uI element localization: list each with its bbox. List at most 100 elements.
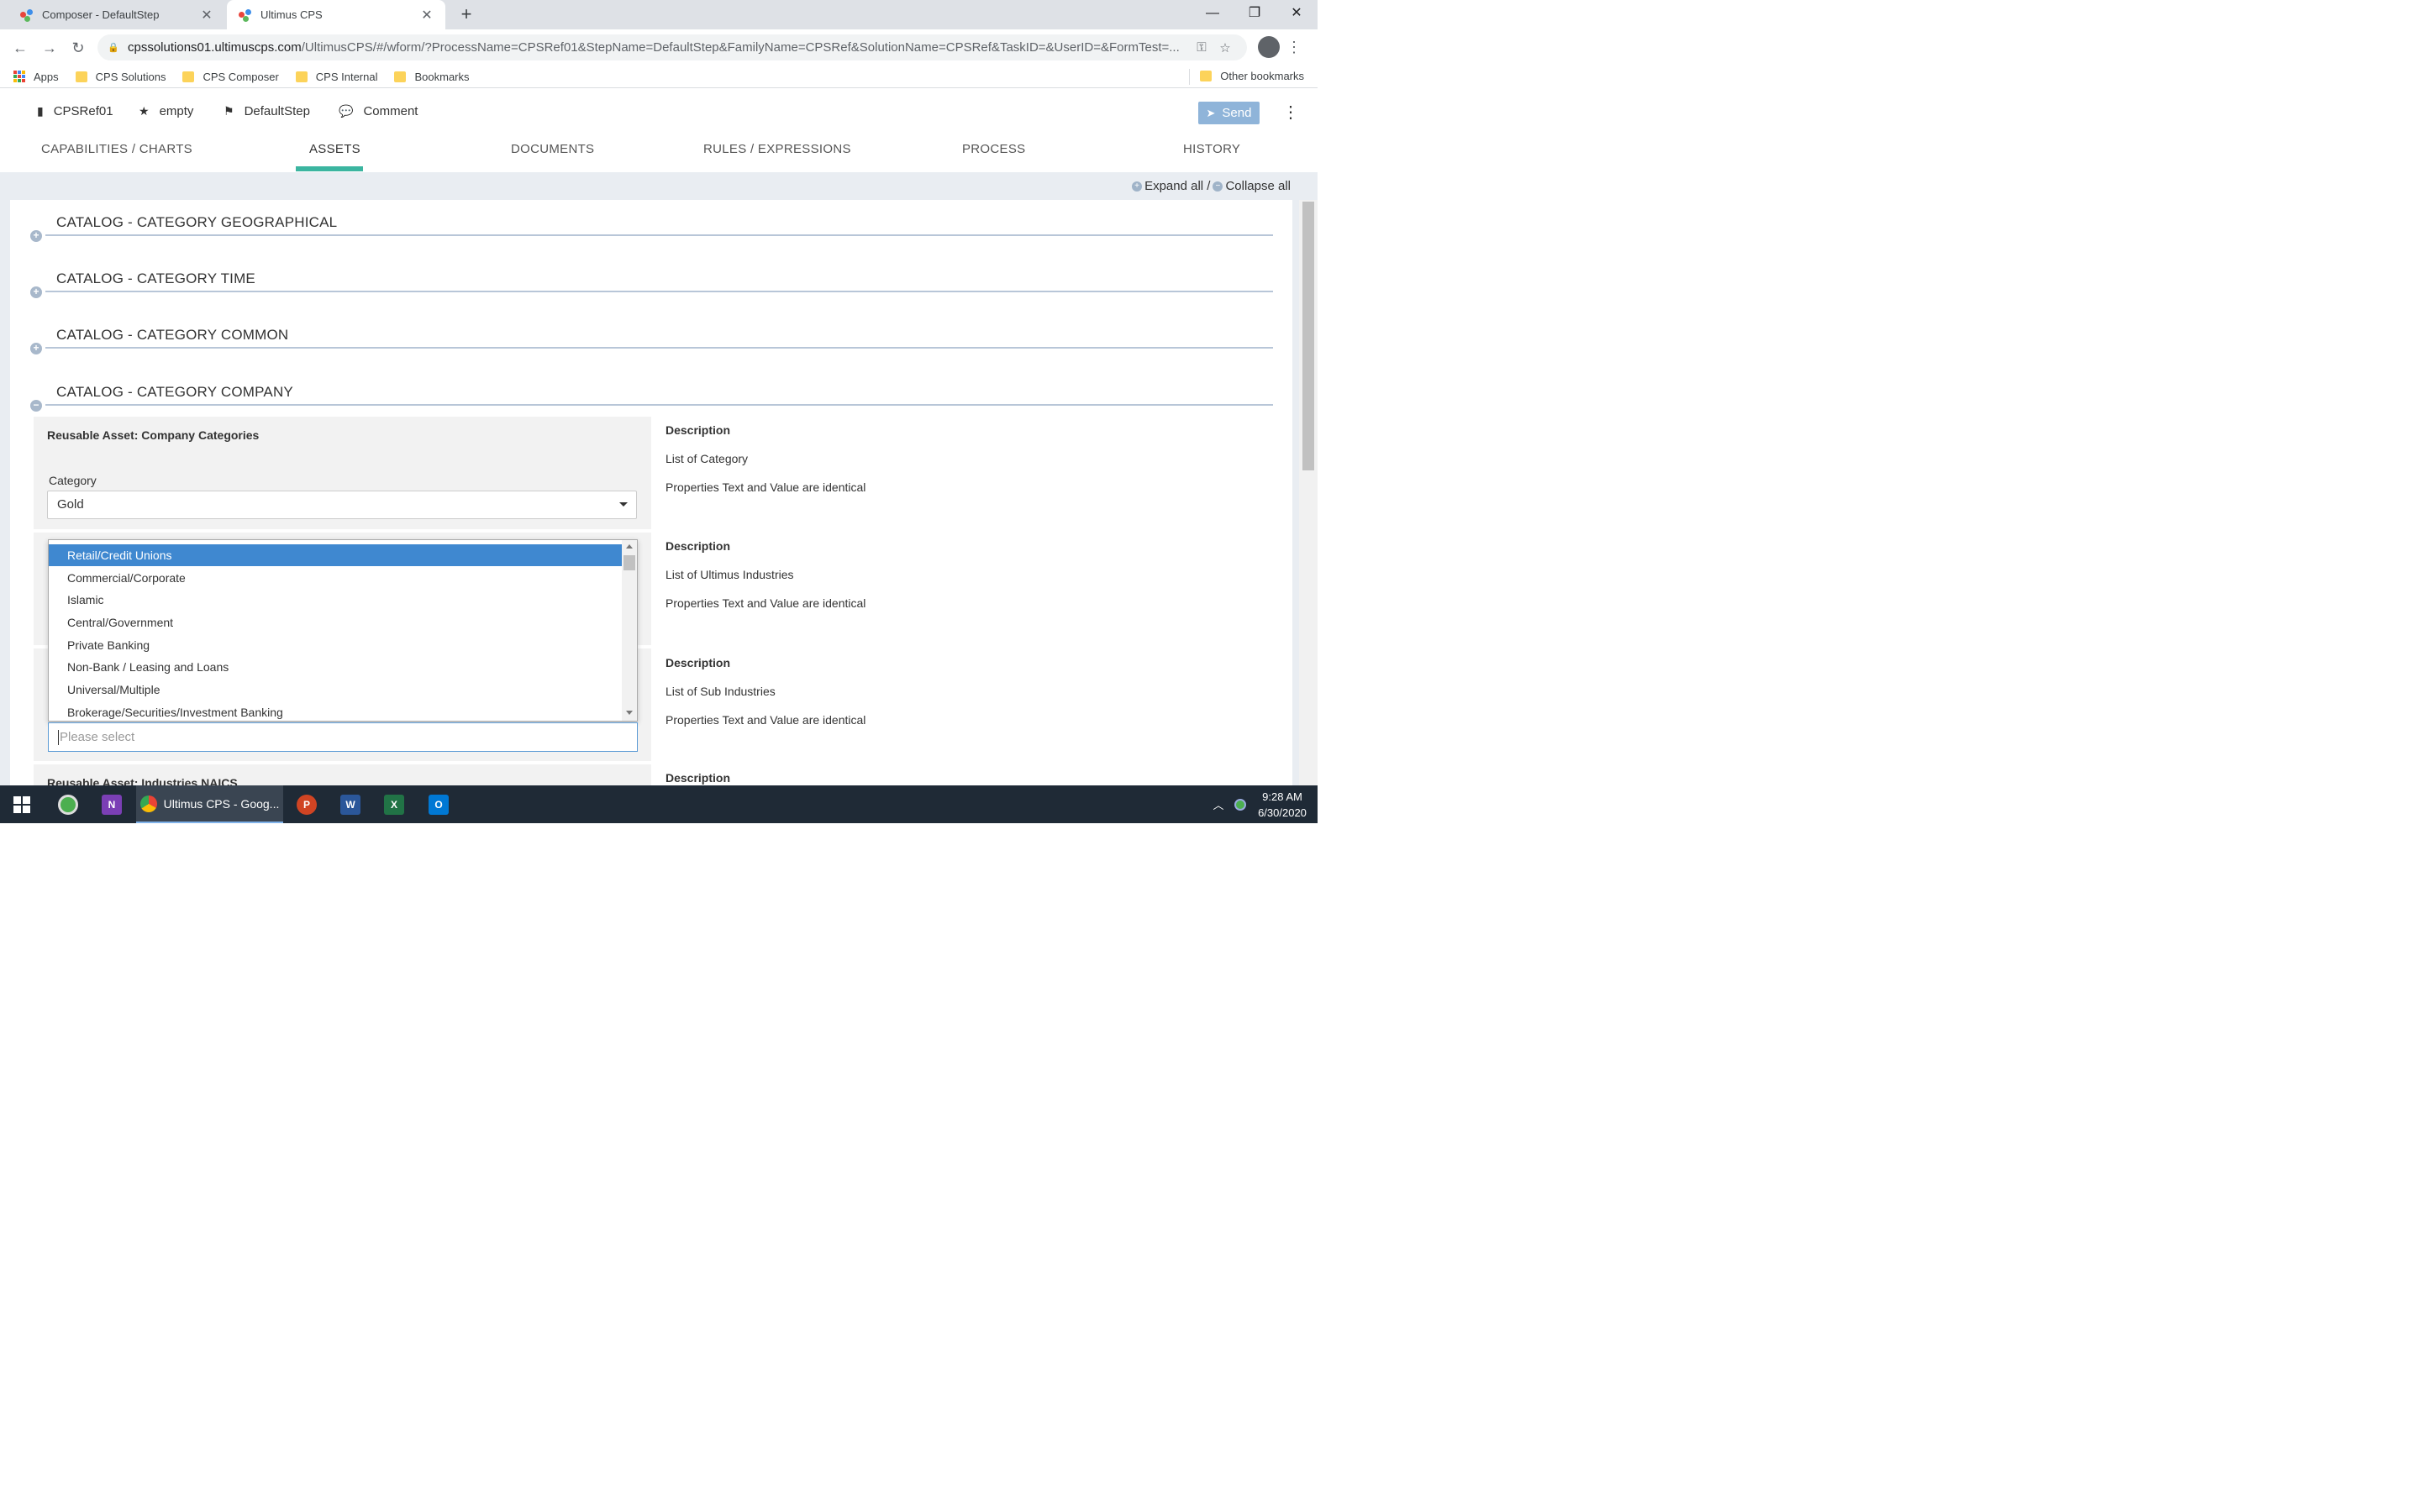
- dropdown-option[interactable]: Commercial/Corporate: [49, 567, 622, 589]
- search-placeholder: Please select: [60, 730, 135, 744]
- section-title-company[interactable]: CATALOG - CATEGORY COMPANY: [56, 384, 293, 401]
- comment-button[interactable]: 💬 Comment: [339, 104, 418, 118]
- dropdown-option[interactable]: Private Banking: [49, 634, 622, 656]
- forward-arrow-icon[interactable]: →: [38, 36, 61, 60]
- folder-icon: [295, 71, 308, 82]
- step-label: DefaultStep: [244, 104, 310, 118]
- assets-panel: CATALOG - CATEGORY GEOGRAPHICAL + CATALO…: [10, 200, 1292, 785]
- dropdown-search-input[interactable]: Please select: [48, 722, 638, 752]
- expand-section-icon[interactable]: +: [30, 343, 42, 354]
- lock-icon: 🔒: [108, 43, 119, 53]
- excel-taskbar-icon[interactable]: X: [373, 785, 415, 823]
- tab-process[interactable]: PROCESS: [962, 142, 1025, 156]
- dropdown-option[interactable]: Retail/Credit Unions: [49, 544, 622, 566]
- send-button[interactable]: ➤ Send: [1198, 102, 1260, 124]
- browser-tab-composer[interactable]: Composer - DefaultStep ✕: [8, 0, 225, 29]
- scroll-up-arrow-icon[interactable]: [626, 544, 633, 549]
- dropdown-option[interactable]: Universal/Multiple: [49, 679, 622, 701]
- folder-icon: [182, 71, 195, 82]
- bookmark-apps[interactable]: Apps: [13, 71, 59, 83]
- tab-rules-expressions[interactable]: RULES / EXPRESSIONS: [703, 142, 851, 156]
- browser-tab-title: Composer - DefaultStep: [42, 8, 160, 21]
- description-title: Description: [666, 539, 731, 553]
- reload-icon[interactable]: ↻: [66, 36, 90, 60]
- back-arrow-icon[interactable]: ←: [8, 36, 32, 60]
- more-options-icon[interactable]: ⋮: [1282, 102, 1299, 124]
- scroll-down-arrow-icon[interactable]: [626, 711, 633, 715]
- profile-avatar-icon[interactable]: [1258, 36, 1280, 58]
- key-icon[interactable]: ⚿: [1190, 40, 1213, 55]
- chrome-profile-taskbar-icon[interactable]: [47, 785, 89, 823]
- taskbar-window-label: Ultimus CPS - Goog...: [163, 796, 280, 811]
- section-title-geographical[interactable]: CATALOG - CATEGORY GEOGRAPHICAL: [56, 214, 337, 231]
- clock-time: 9:28 AM: [1262, 790, 1302, 803]
- chrome-menu-icon[interactable]: ⋮: [1286, 36, 1302, 58]
- bookmark-other[interactable]: Other bookmarks: [1200, 70, 1304, 82]
- bookmark-cps-internal[interactable]: CPS Internal: [295, 70, 378, 83]
- description-title: Description: [666, 656, 731, 669]
- bookmark-cps-composer[interactable]: CPS Composer: [182, 71, 279, 83]
- section-title-time[interactable]: CATALOG - CATEGORY TIME: [56, 270, 255, 287]
- outlook-taskbar-icon[interactable]: O: [418, 785, 460, 823]
- browser-toolbar: ← → ↻ 🔒 cpssolutions01.ultimuscps.com/Ul…: [0, 29, 1318, 66]
- description-text: Properties Text and Value are identical: [666, 480, 866, 494]
- tab-capabilities-charts[interactable]: CAPABILITIES / CHARTS: [41, 142, 192, 156]
- browser-tab-ultimus[interactable]: Ultimus CPS ✕: [227, 0, 445, 29]
- tray-chevron-up-icon[interactable]: ︿: [1208, 785, 1228, 823]
- collapse-all-link[interactable]: Collapse all: [1225, 179, 1291, 193]
- address-bar[interactable]: 🔒 cpssolutions01.ultimuscps.com/UltimusC…: [97, 34, 1247, 60]
- collapse-section-icon[interactable]: −: [30, 400, 42, 412]
- close-tab-icon[interactable]: ✕: [420, 7, 434, 24]
- comment-label: Comment: [363, 104, 418, 118]
- close-tab-icon[interactable]: ✕: [200, 7, 213, 24]
- restore-window-icon[interactable]: ❐: [1234, 0, 1276, 27]
- expand-all-link[interactable]: Expand all /: [1144, 179, 1210, 193]
- onenote-taskbar-icon[interactable]: N: [91, 785, 133, 823]
- apps-grid-icon: [13, 71, 25, 82]
- asset-title: Reusable Asset: Company Categories: [47, 428, 260, 442]
- dropdown-option[interactable]: Islamic: [49, 589, 622, 611]
- bookmark-label: CPS Internal: [315, 70, 378, 83]
- bookmark-star-icon[interactable]: ☆: [1213, 40, 1237, 55]
- comment-icon: 💬: [339, 104, 354, 118]
- dropdown-option[interactable]: Brokerage/Securities/Investment Banking: [49, 701, 622, 721]
- powerpoint-taskbar-icon[interactable]: P: [286, 785, 328, 823]
- category-select[interactable]: Gold: [47, 491, 637, 519]
- description-text: List of Ultimus Industries: [666, 568, 794, 581]
- expand-section-icon[interactable]: +: [30, 230, 42, 242]
- dropdown-scrollbar[interactable]: [622, 540, 637, 721]
- section-title-common[interactable]: CATALOG - CATEGORY COMMON: [56, 327, 288, 344]
- section-divider: [45, 404, 1273, 406]
- traffic-light-icon: ▮: [37, 104, 44, 118]
- category-label: Category: [49, 474, 97, 487]
- minimize-window-icon[interactable]: —: [1192, 0, 1234, 27]
- new-tab-button[interactable]: +: [456, 3, 476, 25]
- dropdown-option[interactable]: Central/Government: [49, 612, 622, 633]
- industry-dropdown-list[interactable]: Retail/Credit Unions Commercial/Corporat…: [48, 539, 638, 722]
- form-tabs: CAPABILITIES / CHARTS ASSETS DOCUMENTS R…: [0, 132, 1318, 172]
- taskbar-clock[interactable]: 9:28 AM 6/30/2020: [1252, 789, 1313, 821]
- bookmark-cps-solutions[interactable]: CPS Solutions: [75, 70, 166, 83]
- chrome-taskbar-window[interactable]: Ultimus CPS - Goog...: [136, 785, 283, 823]
- tab-documents[interactable]: DOCUMENTS: [511, 142, 594, 156]
- page-scrollbar-thumb[interactable]: [1302, 202, 1314, 470]
- dropdown-option[interactable]: Non-Bank / Leasing and Loans: [49, 656, 622, 678]
- windows-start-icon[interactable]: [0, 785, 44, 823]
- close-window-icon[interactable]: ✕: [1276, 0, 1318, 27]
- expand-section-icon[interactable]: +: [30, 286, 42, 298]
- tab-history[interactable]: HISTORY: [1183, 142, 1240, 156]
- favorite-toggle[interactable]: ★ empty: [139, 104, 193, 118]
- section-divider: [45, 291, 1273, 292]
- dropdown-scrollbar-thumb[interactable]: [623, 555, 635, 570]
- word-taskbar-icon[interactable]: W: [329, 785, 371, 823]
- chrome-icon: [139, 795, 157, 812]
- network-globe-icon[interactable]: [1230, 785, 1250, 823]
- process-name: ▮ CPSRef01: [37, 104, 113, 118]
- page-scrollbar[interactable]: [1299, 200, 1318, 785]
- tab-assets[interactable]: ASSETS: [309, 142, 360, 156]
- description-text: Properties Text and Value are identical: [666, 596, 866, 610]
- bookmark-label: CPS Solutions: [95, 70, 166, 83]
- bookmark-bookmarks[interactable]: Bookmarks: [394, 70, 470, 83]
- url-text: cpssolutions01.ultimuscps.com/UltimusCPS…: [128, 40, 1180, 55]
- bookmark-label: Bookmarks: [414, 70, 470, 83]
